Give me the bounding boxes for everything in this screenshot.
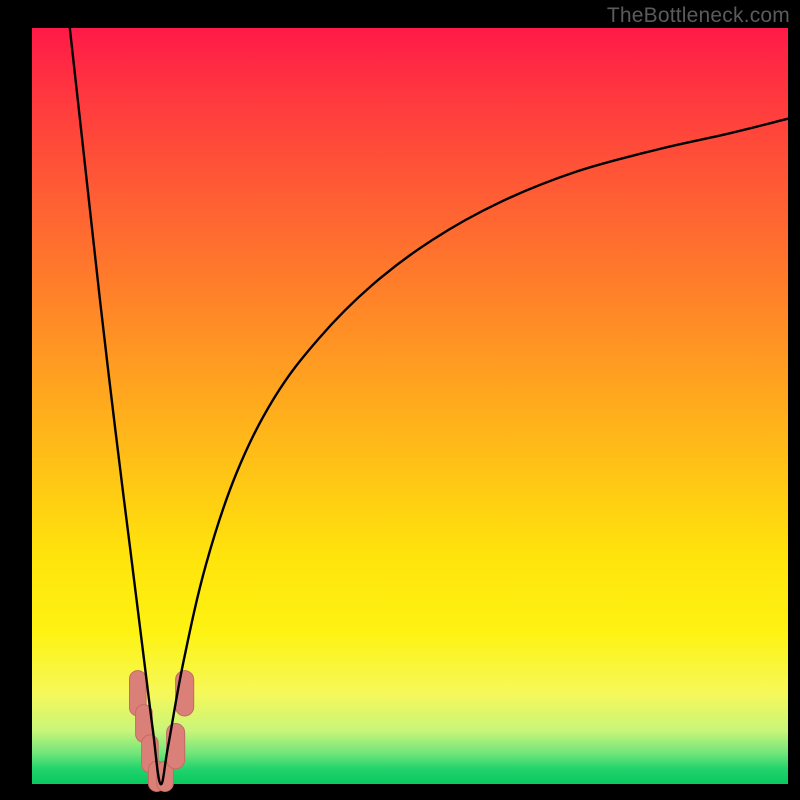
chart-frame: TheBottleneck.com bbox=[0, 0, 800, 800]
data-markers bbox=[130, 671, 194, 792]
watermark-text: TheBottleneck.com bbox=[607, 4, 790, 28]
curve-layer bbox=[32, 28, 788, 784]
bottleneck-curve bbox=[70, 28, 788, 784]
